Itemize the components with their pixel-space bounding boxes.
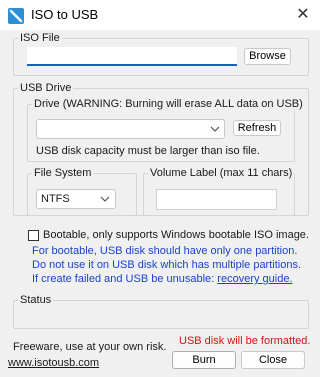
- capacity-note: USB disk capacity must be larger than is…: [36, 145, 260, 157]
- bootable-label[interactable]: Bootable, only supports Windows bootable…: [43, 229, 309, 241]
- app-icon: [8, 8, 24, 24]
- usb-drive-group-label: USB Drive: [18, 82, 74, 94]
- iso-path-input[interactable]: [27, 47, 237, 66]
- status-group-label: Status: [18, 294, 54, 306]
- burn-button[interactable]: Burn: [172, 351, 236, 369]
- volume-label-input[interactable]: [156, 189, 277, 210]
- website-link[interactable]: www.isotousb.com: [8, 357, 99, 369]
- drive-select[interactable]: [36, 119, 225, 139]
- iso-file-group-label: ISO File: [18, 32, 62, 44]
- bootable-note-2: Do not use it on USB disk which has mult…: [32, 259, 302, 271]
- status-group: [13, 300, 309, 329]
- title-bar: ISO to USB ✕: [0, 0, 320, 30]
- bootable-note-3-text: If create failed and USB be unusable:: [32, 273, 218, 285]
- bootable-checkbox[interactable]: [28, 230, 39, 241]
- window-title: ISO to USB: [31, 7, 99, 22]
- close-button[interactable]: Close: [241, 351, 305, 369]
- close-window-icon[interactable]: ✕: [294, 6, 312, 24]
- refresh-button[interactable]: Refresh: [233, 120, 281, 136]
- bootable-note-1: For bootable, USB disk should have only …: [32, 245, 298, 257]
- drive-warning-label: Drive (WARNING: Burning will erase ALL d…: [32, 98, 305, 110]
- file-system-value: NTFS: [41, 193, 70, 205]
- browse-button[interactable]: Browse: [244, 48, 291, 65]
- bootable-note-3: If create failed and USB be unusable: re…: [32, 273, 293, 285]
- volume-label-title: Volume Label (max 11 chars): [148, 167, 295, 179]
- file-system-label: File System: [32, 167, 94, 179]
- chevron-down-icon: [210, 126, 220, 132]
- freeware-text: Freeware, use at your own risk.: [13, 341, 167, 353]
- chevron-down-icon: [100, 196, 110, 202]
- format-warning: USB disk will be formatted.: [179, 335, 311, 347]
- file-system-select[interactable]: NTFS: [36, 189, 116, 209]
- recovery-guide-link[interactable]: recovery guide.: [217, 273, 292, 285]
